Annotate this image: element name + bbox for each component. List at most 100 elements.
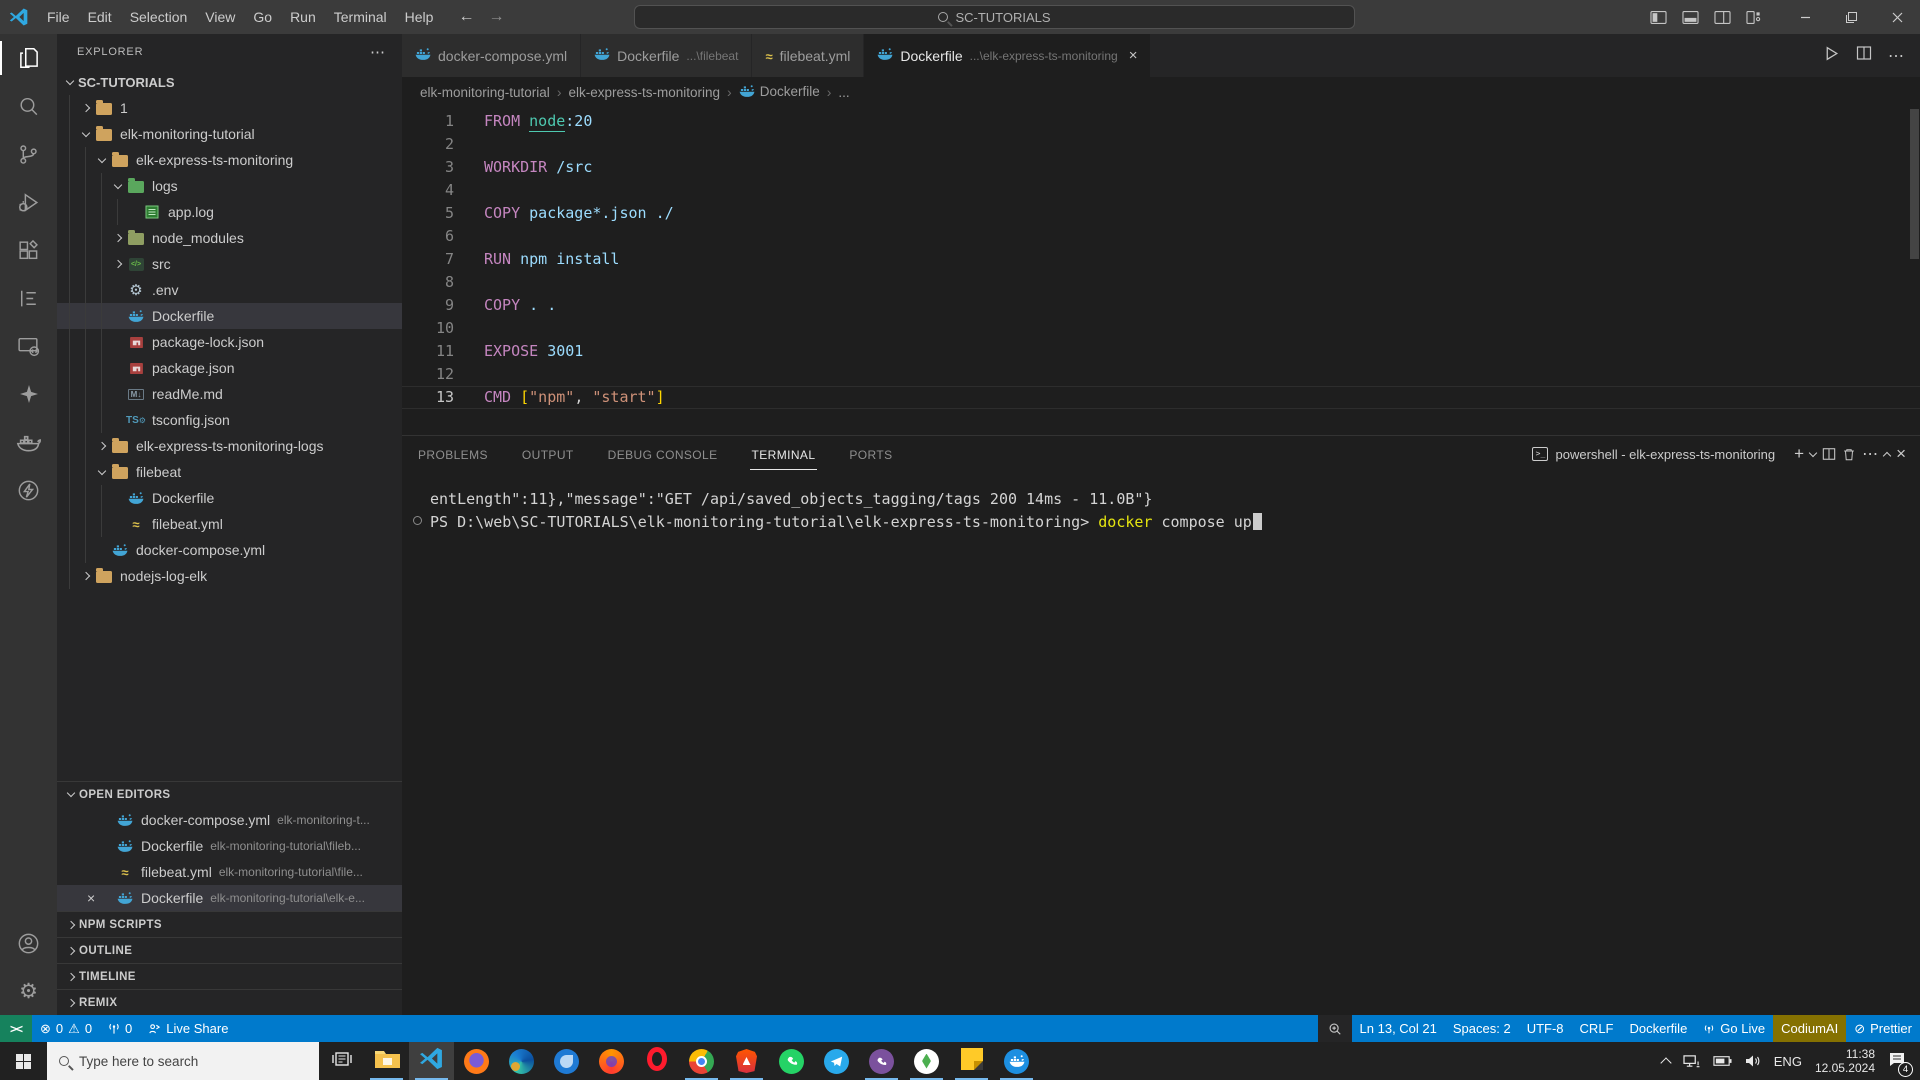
- menu-go[interactable]: Go: [244, 0, 281, 34]
- status-spaces-2[interactable]: Spaces: 2: [1445, 1015, 1519, 1042]
- activity-thunder-client-icon[interactable]: [0, 466, 57, 514]
- taskbar-search[interactable]: Type here to search: [47, 1042, 319, 1080]
- taskbar-mongodb-icon[interactable]: [904, 1042, 949, 1080]
- taskbar-sticky-notes-icon[interactable]: [949, 1042, 994, 1080]
- start-button[interactable]: [0, 1042, 47, 1080]
- taskbar-telegram-icon[interactable]: [814, 1042, 859, 1080]
- maximize-panel-icon[interactable]: [1882, 449, 1892, 461]
- tree-item-package-json[interactable]: package.json: [57, 355, 402, 381]
- section-timeline[interactable]: TIMELINE: [57, 963, 402, 989]
- breadcrumb-item[interactable]: ...: [838, 85, 849, 100]
- section-npm-scripts[interactable]: NPM SCRIPTS: [57, 911, 402, 937]
- tree-item-app-log[interactable]: app.log: [57, 199, 402, 225]
- tree-item-dockerfile[interactable]: Dockerfile: [57, 303, 402, 329]
- more-icon[interactable]: ⋯: [1888, 46, 1904, 66]
- taskbar-viber-icon[interactable]: [859, 1042, 904, 1080]
- tree-item-elk-express-ts-monitoring[interactable]: elk-express-ts-monitoring: [57, 147, 402, 173]
- explorer-more-icon[interactable]: ⋯: [370, 43, 386, 61]
- panel-tab-terminal[interactable]: TERMINAL: [749, 439, 818, 470]
- taskbar-thunderbird-icon[interactable]: [544, 1042, 589, 1080]
- breadcrumb-item[interactable]: elk-monitoring-tutorial: [420, 85, 550, 100]
- menu-terminal[interactable]: Terminal: [325, 0, 396, 34]
- toggle-secondary-sidebar-icon[interactable]: [1708, 3, 1736, 31]
- taskbar-firefox-icon[interactable]: [589, 1042, 634, 1080]
- status-utf-8[interactable]: UTF-8: [1519, 1015, 1572, 1042]
- activity-run-debug-icon[interactable]: [0, 178, 57, 226]
- tree-item-filebeat-yml[interactable]: ≈ filebeat.yml: [57, 511, 402, 537]
- status-go-live[interactable]: Go Live: [1695, 1015, 1773, 1042]
- taskbar-privacy-browser-icon[interactable]: [454, 1042, 499, 1080]
- volume-icon[interactable]: [1745, 1054, 1761, 1068]
- toggle-panel-icon[interactable]: [1676, 3, 1704, 31]
- zoom-indicator[interactable]: [1317, 1015, 1352, 1042]
- status-codiumai[interactable]: CodiumAI: [1773, 1015, 1847, 1042]
- terminal-instance-chip[interactable]: >_ powershell - elk-express-ts-monitorin…: [1532, 447, 1775, 462]
- tree-item-src[interactable]: </> src: [57, 251, 402, 277]
- panel-tab-problems[interactable]: PROBLEMS: [416, 439, 490, 470]
- status-ln-13-col-21[interactable]: Ln 13, Col 21: [1352, 1015, 1445, 1042]
- breadcrumb-item[interactable]: elk-express-ts-monitoring: [568, 85, 720, 100]
- tree-item-logs[interactable]: logs: [57, 173, 402, 199]
- tree-item-readme-md[interactable]: M↓ readMe.md: [57, 381, 402, 407]
- notifications-icon[interactable]: 4: [1888, 1051, 1913, 1077]
- tree-item-package-lock-json[interactable]: package-lock.json: [57, 329, 402, 355]
- customize-layout-icon[interactable]: [1740, 3, 1768, 31]
- terminal-output[interactable]: entLength":11},"message":"GET /api/saved…: [402, 472, 1920, 1015]
- tree-item-filebeat[interactable]: filebeat: [57, 459, 402, 485]
- toggle-primary-sidebar-icon[interactable]: [1644, 3, 1672, 31]
- activity-remote-explorer-icon[interactable]: [0, 322, 57, 370]
- status-dockerfile[interactable]: Dockerfile: [1622, 1015, 1696, 1042]
- taskbar-opera-icon[interactable]: [634, 1042, 679, 1080]
- open-editor-docker-compose.yml[interactable]: docker-compose.yml elk-monitoring-t...: [57, 807, 402, 833]
- taskbar-task-view-icon[interactable]: [319, 1042, 364, 1080]
- new-terminal-icon[interactable]: +: [1794, 444, 1804, 464]
- taskbar-chrome-icon[interactable]: [679, 1042, 724, 1080]
- panel-tab-debug-console[interactable]: DEBUG CONSOLE: [606, 439, 720, 470]
- battery-icon[interactable]: [1713, 1055, 1732, 1067]
- forward-arrow-icon[interactable]: →: [488, 8, 504, 26]
- tree-item-1[interactable]: 1: [57, 95, 402, 121]
- tree-item-dockerfile[interactable]: Dockerfile: [57, 485, 402, 511]
- activity-source-control-icon[interactable]: [0, 130, 57, 178]
- panel-tab-ports[interactable]: PORTS: [847, 439, 894, 470]
- activity-extensions-icon[interactable]: [0, 226, 57, 274]
- status-crlf[interactable]: CRLF: [1572, 1015, 1622, 1042]
- run-icon[interactable]: [1823, 45, 1840, 67]
- close-panel-icon[interactable]: ×: [1896, 444, 1906, 464]
- tab-dockerfile-elk-express-ts-monitoring[interactable]: Dockerfile ...\elk-express-ts-monitoring ×: [864, 34, 1152, 77]
- more-icon[interactable]: ⋯: [1862, 444, 1878, 464]
- taskbar-vscode-icon[interactable]: [409, 1042, 454, 1080]
- ports-status[interactable]: 0: [100, 1015, 140, 1042]
- activity-settings-icon[interactable]: ⚙: [0, 967, 57, 1015]
- tree-item-elk-express-ts-monitoring-logs[interactable]: elk-express-ts-monitoring-logs: [57, 433, 402, 459]
- menu-selection[interactable]: Selection: [121, 0, 197, 34]
- menu-run[interactable]: Run: [281, 0, 325, 34]
- clock[interactable]: 11:38 12.05.2024: [1815, 1047, 1875, 1075]
- activity-search-icon[interactable]: [0, 82, 57, 130]
- menu-help[interactable]: Help: [396, 0, 443, 34]
- tree-item-nodejs-log-elk[interactable]: nodejs-log-elk: [57, 563, 402, 589]
- taskbar-brave-icon[interactable]: [724, 1042, 769, 1080]
- open-editor-dockerfile[interactable]: × Dockerfile elk-monitoring-tutorial\elk-e…: [57, 885, 402, 911]
- kill-terminal-icon[interactable]: [1842, 447, 1856, 462]
- back-arrow-icon[interactable]: ←: [458, 8, 474, 26]
- taskbar-file-explorer-icon[interactable]: [364, 1042, 409, 1080]
- command-center-search[interactable]: SC-TUTORIALS: [634, 5, 1355, 29]
- menu-file[interactable]: File: [38, 0, 79, 34]
- activity-account-icon[interactable]: [0, 919, 57, 967]
- launch-profile-dropdown-icon[interactable]: [1808, 448, 1818, 457]
- split-editor-icon[interactable]: [1856, 45, 1872, 66]
- tab-docker-compose.yml[interactable]: docker-compose.yml: [402, 34, 582, 77]
- open-editors-header[interactable]: OPEN EDITORS: [57, 781, 402, 807]
- code-editor[interactable]: 1 FROM node:20 2 3 WORKDIR /src 4 5 COPY packag…: [402, 107, 1920, 435]
- section-outline[interactable]: OUTLINE: [57, 937, 402, 963]
- tree-item--env[interactable]: ⚙ .env: [57, 277, 402, 303]
- open-editor-filebeat.yml[interactable]: ≈ filebeat.yml elk-monitoring-tutorial\fil…: [57, 859, 402, 885]
- taskbar-whatsapp-icon[interactable]: [769, 1042, 814, 1080]
- network-icon[interactable]: [1683, 1054, 1700, 1069]
- tab-filebeat.yml[interactable]: ≈ filebeat.yml: [752, 34, 865, 77]
- activity-outline-icon[interactable]: [0, 274, 57, 322]
- editor-scrollbar[interactable]: [1910, 109, 1919, 259]
- panel-tab-output[interactable]: OUTPUT: [520, 439, 576, 470]
- tree-item-sc-tutorials[interactable]: SC-TUTORIALS: [57, 69, 402, 95]
